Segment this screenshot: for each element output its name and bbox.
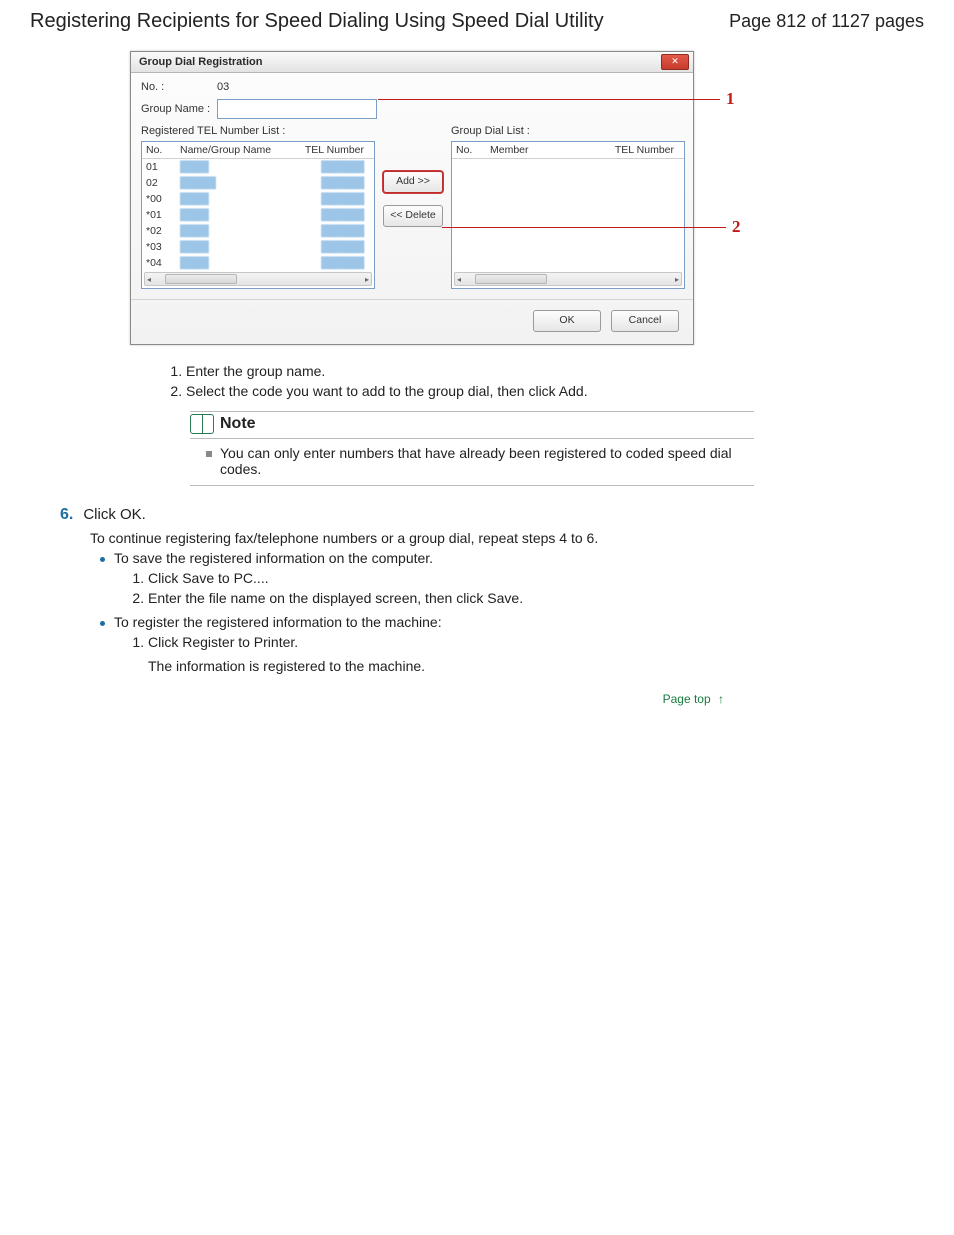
arrow-up-icon: ↑ (718, 692, 724, 706)
note-title: Note (220, 415, 256, 433)
dialog-step-1: Enter the group name. (186, 363, 924, 379)
group-dial-list[interactable]: No. Member TEL Number ◂▸ (451, 141, 685, 289)
list-item[interactable]: *04██████████ (142, 255, 374, 271)
note-text: You can only enter numbers that have alr… (220, 445, 750, 477)
delete-button[interactable]: << Delete (383, 205, 443, 227)
list-item[interactable]: *00██████████ (142, 191, 374, 207)
register-printer-note: The information is registered to the mac… (148, 658, 924, 674)
page-counter: Page 812 of 1127 pages (729, 11, 924, 32)
page-top-link[interactable]: Page top (663, 692, 711, 706)
dialog-title: Group Dial Registration (139, 56, 262, 68)
dialog-step-2: Select the code you want to add to the g… (186, 383, 924, 399)
step-6-text: Click OK. (83, 506, 146, 523)
group-dial-registration-dialog: Group Dial Registration ✕ No. : 03 Group… (130, 51, 694, 345)
list-item[interactable]: *03██████████ (142, 239, 374, 255)
list-item[interactable]: 01██████████ (142, 159, 374, 175)
continue-text: To continue registering fax/telephone nu… (90, 530, 924, 546)
col-member: Member (490, 144, 600, 156)
group-name-label: Group Name : (141, 103, 217, 115)
group-name-input[interactable] (217, 99, 377, 119)
col-name: Name/Group Name (180, 144, 290, 156)
registered-tel-list[interactable]: No. Name/Group Name TEL Number 01███████… (141, 141, 375, 289)
no-value: 03 (217, 81, 229, 93)
group-dial-list-label: Group Dial List : (451, 125, 685, 137)
col-tel: TEL Number (600, 144, 680, 156)
note-block: Note You can only enter numbers that hav… (190, 411, 754, 486)
add-button[interactable]: Add >> (383, 171, 443, 193)
no-label: No. : (141, 81, 217, 93)
col-no: No. (146, 144, 180, 156)
reg-list-label: Registered TEL Number List : (141, 125, 375, 137)
step-6-number: 6. (60, 506, 73, 524)
col-no: No. (456, 144, 490, 156)
list-item[interactable]: 02███████████ (142, 175, 374, 191)
callout-1: 1 (726, 89, 735, 109)
bullet-save-pc: To save the registered information on th… (114, 550, 433, 566)
bullet-register-printer: To register the registered information t… (114, 614, 442, 630)
note-icon (190, 414, 214, 434)
callout-2: 2 (732, 217, 741, 237)
close-icon[interactable]: ✕ (661, 54, 689, 70)
page-title: Registering Recipients for Speed Dialing… (30, 10, 604, 33)
square-bullet-icon (206, 451, 212, 457)
h-scrollbar[interactable]: ◂▸ (144, 272, 372, 286)
save-pc-step-1: Click Save to PC.... (148, 570, 924, 586)
save-pc-step-2: Enter the file name on the displayed scr… (148, 590, 924, 606)
cancel-button[interactable]: Cancel (611, 310, 679, 332)
col-tel: TEL Number (290, 144, 370, 156)
ok-button[interactable]: OK (533, 310, 601, 332)
h-scrollbar[interactable]: ◂▸ (454, 272, 682, 286)
register-printer-step-1: Click Register to Printer. (148, 634, 924, 650)
list-item[interactable]: *01██████████ (142, 207, 374, 223)
list-item[interactable]: *02██████████ (142, 223, 374, 239)
